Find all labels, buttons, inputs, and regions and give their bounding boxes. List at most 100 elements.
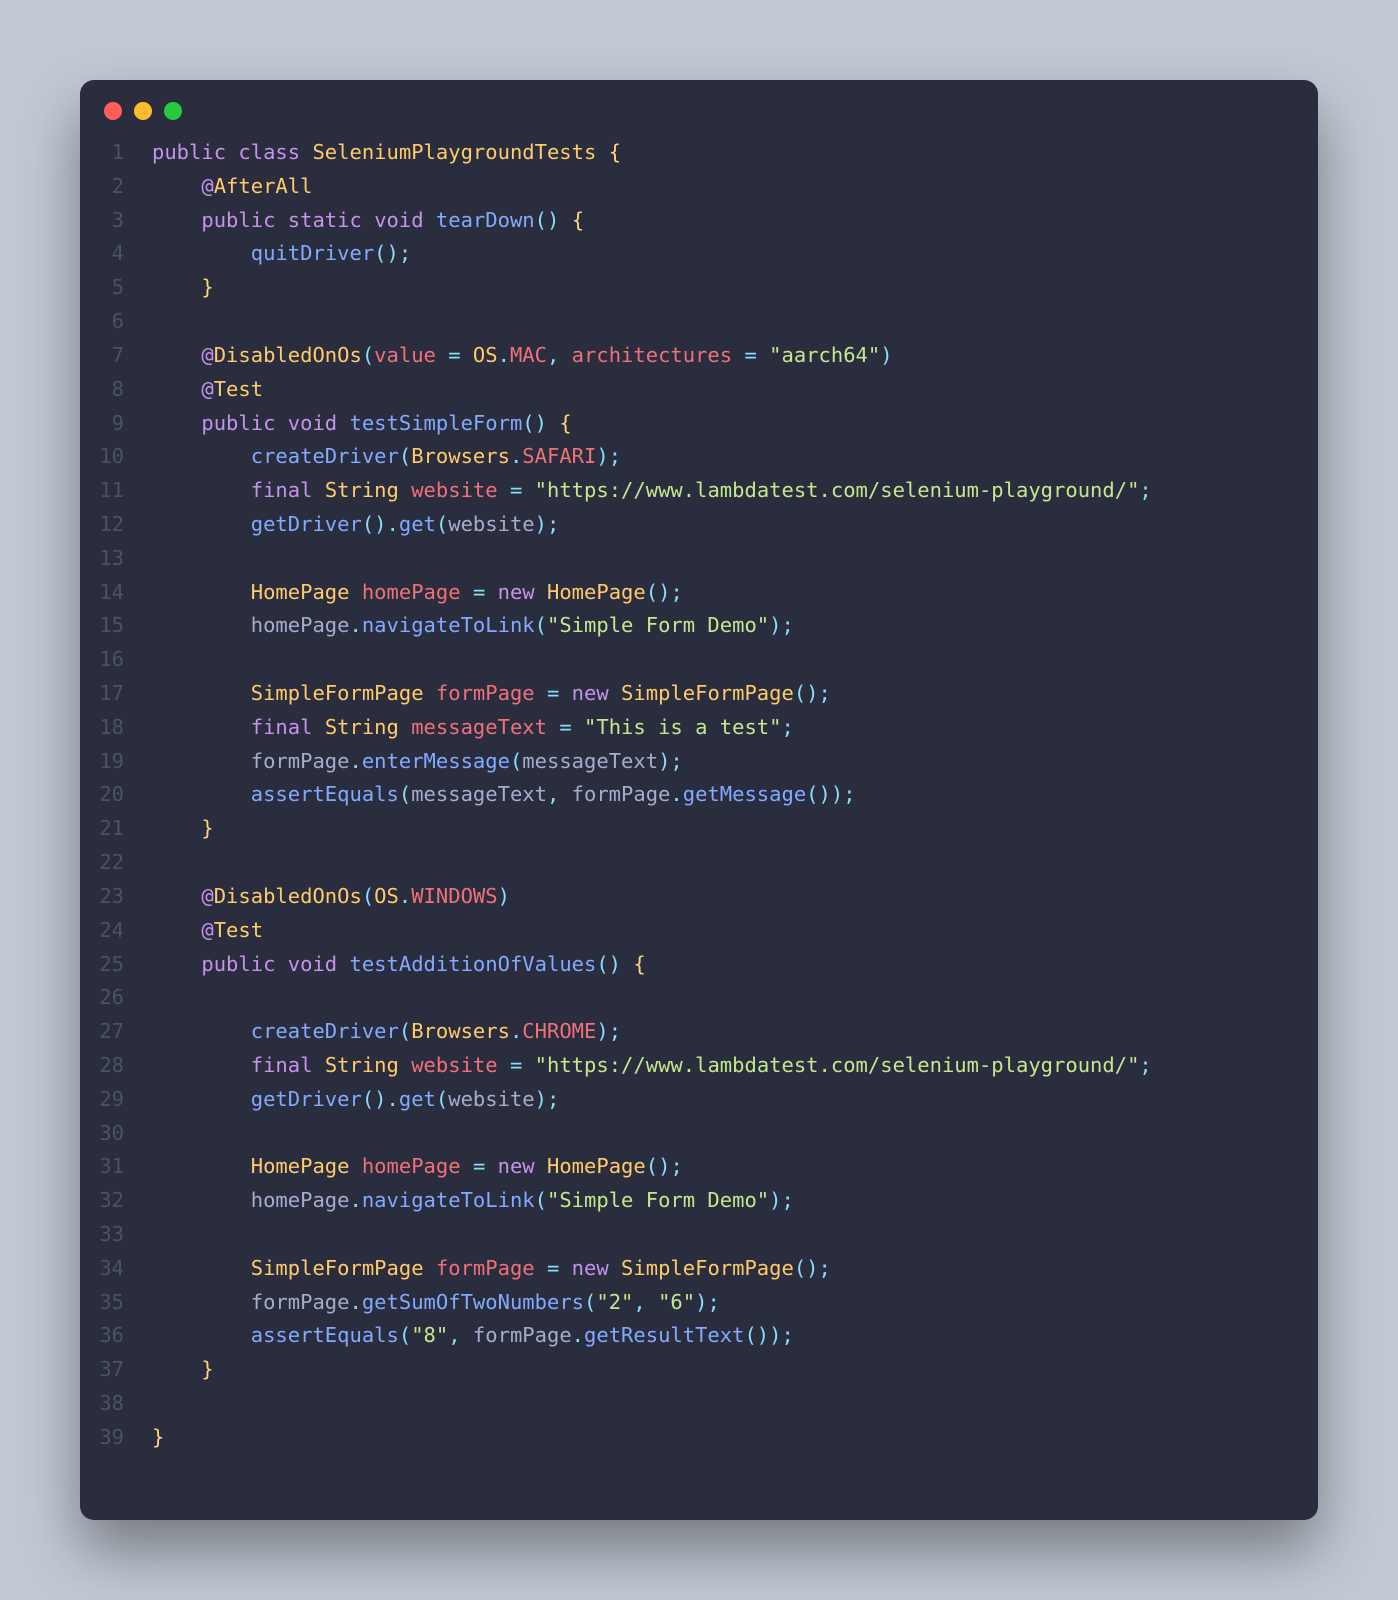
code-content[interactable]: public void testSimpleForm() {: [152, 407, 1318, 441]
code-line[interactable]: 24 @Test: [80, 914, 1318, 948]
token-paren: (): [362, 1087, 387, 1111]
code-line[interactable]: 5 }: [80, 271, 1318, 305]
close-icon[interactable]: [104, 102, 122, 120]
code-line[interactable]: 38: [80, 1387, 1318, 1421]
code-line[interactable]: 12 getDriver().get(website);: [80, 508, 1318, 542]
code-content[interactable]: [152, 1117, 1318, 1151]
code-line[interactable]: 28 final String website = "https://www.l…: [80, 1049, 1318, 1083]
code-content[interactable]: quitDriver();: [152, 237, 1318, 271]
code-content[interactable]: final String messageText = "This is a te…: [152, 711, 1318, 745]
code-content[interactable]: @Test: [152, 373, 1318, 407]
code-content[interactable]: @Test: [152, 914, 1318, 948]
code-content[interactable]: [152, 305, 1318, 339]
token-plain: [275, 208, 287, 232]
code-line[interactable]: 8 @Test: [80, 373, 1318, 407]
code-line[interactable]: 30: [80, 1117, 1318, 1151]
code-line[interactable]: 10 createDriver(Browsers.SAFARI);: [80, 440, 1318, 474]
code-content[interactable]: homePage.navigateToLink("Simple Form Dem…: [152, 609, 1318, 643]
token-type: String: [325, 715, 399, 739]
code-line[interactable]: 29 getDriver().get(website);: [80, 1083, 1318, 1117]
code-content[interactable]: formPage.getSumOfTwoNumbers("2", "6");: [152, 1286, 1318, 1320]
code-line[interactable]: 3 public static void tearDown() {: [80, 204, 1318, 238]
code-content[interactable]: @DisabledOnOs(value = OS.MAC, architectu…: [152, 339, 1318, 373]
token-paren: (: [362, 884, 374, 908]
code-line[interactable]: 9 public void testSimpleForm() {: [80, 407, 1318, 441]
token-kw: public: [201, 411, 275, 435]
token-paren: (): [794, 1256, 819, 1280]
token-kw: public: [152, 140, 226, 164]
code-line[interactable]: 14 HomePage homePage = new HomePage();: [80, 576, 1318, 610]
code-line[interactable]: 13: [80, 542, 1318, 576]
token-type: SimpleFormPage: [251, 681, 424, 705]
code-content[interactable]: [152, 542, 1318, 576]
token-op: .: [350, 613, 362, 637]
code-line[interactable]: 17 SimpleFormPage formPage = new SimpleF…: [80, 677, 1318, 711]
code-content[interactable]: public static void tearDown() {: [152, 204, 1318, 238]
code-line[interactable]: 7 @DisabledOnOs(value = OS.MAC, architec…: [80, 339, 1318, 373]
code-content[interactable]: assertEquals("8", formPage.getResultText…: [152, 1319, 1318, 1353]
code-content[interactable]: }: [152, 271, 1318, 305]
code-content[interactable]: public void testAdditionOfValues() {: [152, 948, 1318, 982]
code-line[interactable]: 35 formPage.getSumOfTwoNumbers("2", "6")…: [80, 1286, 1318, 1320]
code-line[interactable]: 16: [80, 643, 1318, 677]
code-content[interactable]: public class SeleniumPlaygroundTests {: [152, 136, 1318, 170]
minimize-icon[interactable]: [134, 102, 152, 120]
zoom-icon[interactable]: [164, 102, 182, 120]
code-content[interactable]: @DisabledOnOs(OS.WINDOWS): [152, 880, 1318, 914]
code-line[interactable]: 19 formPage.enterMessage(messageText);: [80, 745, 1318, 779]
code-line[interactable]: 26: [80, 981, 1318, 1015]
code-area[interactable]: 1public class SeleniumPlaygroundTests {2…: [80, 130, 1318, 1520]
code-line[interactable]: 25 public void testAdditionOfValues() {: [80, 948, 1318, 982]
code-content[interactable]: [152, 981, 1318, 1015]
code-line[interactable]: 22: [80, 846, 1318, 880]
token-str: "https://www.lambdatest.com/selenium-pla…: [535, 478, 1140, 502]
token-kw: new: [498, 1154, 535, 1178]
code-line[interactable]: 18 final String messageText = "This is a…: [80, 711, 1318, 745]
code-content[interactable]: @AfterAll: [152, 170, 1318, 204]
code-line[interactable]: 21 }: [80, 812, 1318, 846]
code-content[interactable]: HomePage homePage = new HomePage();: [152, 1150, 1318, 1184]
code-content[interactable]: getDriver().get(website);: [152, 508, 1318, 542]
code-line[interactable]: 6: [80, 305, 1318, 339]
code-line[interactable]: 36 assertEquals("8", formPage.getResultT…: [80, 1319, 1318, 1353]
code-content[interactable]: }: [152, 812, 1318, 846]
code-content[interactable]: [152, 1387, 1318, 1421]
code-line[interactable]: 23 @DisabledOnOs(OS.WINDOWS): [80, 880, 1318, 914]
code-line[interactable]: 11 final String website = "https://www.l…: [80, 474, 1318, 508]
code-content[interactable]: [152, 643, 1318, 677]
code-content[interactable]: [152, 846, 1318, 880]
code-line[interactable]: 15 homePage.navigateToLink("Simple Form …: [80, 609, 1318, 643]
code-content[interactable]: final String website = "https://www.lamb…: [152, 1049, 1318, 1083]
code-line[interactable]: 4 quitDriver();: [80, 237, 1318, 271]
code-line[interactable]: 31 HomePage homePage = new HomePage();: [80, 1150, 1318, 1184]
code-content[interactable]: SimpleFormPage formPage = new SimpleForm…: [152, 1252, 1318, 1286]
code-line[interactable]: 32 homePage.navigateToLink("Simple Form …: [80, 1184, 1318, 1218]
code-content[interactable]: [152, 1218, 1318, 1252]
token-fn: navigateToLink: [362, 1188, 535, 1212]
token-ann: @: [201, 377, 213, 401]
code-content[interactable]: assertEquals(messageText, formPage.getMe…: [152, 778, 1318, 812]
code-line[interactable]: 34 SimpleFormPage formPage = new SimpleF…: [80, 1252, 1318, 1286]
code-content[interactable]: homePage.navigateToLink("Simple Form Dem…: [152, 1184, 1318, 1218]
token-paren: (: [362, 343, 374, 367]
code-line[interactable]: 20 assertEquals(messageText, formPage.ge…: [80, 778, 1318, 812]
code-content[interactable]: createDriver(Browsers.CHROME);: [152, 1015, 1318, 1049]
code-line[interactable]: 1public class SeleniumPlaygroundTests {: [80, 136, 1318, 170]
code-line[interactable]: 33: [80, 1218, 1318, 1252]
code-content[interactable]: final String website = "https://www.lamb…: [152, 474, 1318, 508]
token-plain: [732, 343, 744, 367]
token-punc: {: [609, 140, 621, 164]
code-content[interactable]: }: [152, 1353, 1318, 1387]
code-content[interactable]: HomePage homePage = new HomePage();: [152, 576, 1318, 610]
code-content[interactable]: createDriver(Browsers.SAFARI);: [152, 440, 1318, 474]
code-content[interactable]: formPage.enterMessage(messageText);: [152, 745, 1318, 779]
code-line[interactable]: 39}: [80, 1421, 1318, 1455]
token-type: OS: [374, 884, 399, 908]
code-content[interactable]: }: [152, 1421, 1318, 1455]
code-line[interactable]: 37 }: [80, 1353, 1318, 1387]
code-content[interactable]: SimpleFormPage formPage = new SimpleForm…: [152, 677, 1318, 711]
code-line[interactable]: 2 @AfterAll: [80, 170, 1318, 204]
token-var: homePage: [362, 580, 461, 604]
code-line[interactable]: 27 createDriver(Browsers.CHROME);: [80, 1015, 1318, 1049]
code-content[interactable]: getDriver().get(website);: [152, 1083, 1318, 1117]
